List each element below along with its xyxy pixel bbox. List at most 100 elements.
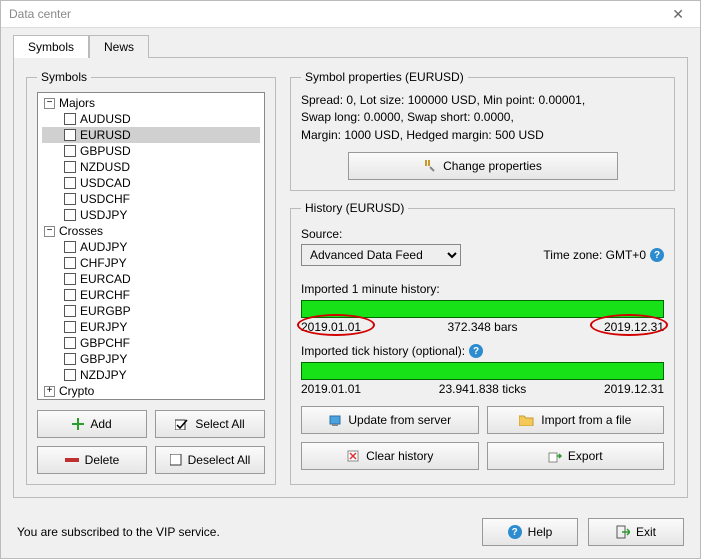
symbols-group: Symbols −MajorsAUDUSDEURUSDGBPUSDNZDUSDU…	[26, 70, 276, 485]
minute-bar-wrap: 2019.01.01 372.348 bars 2019.12.31	[301, 300, 664, 334]
window-title: Data center	[9, 7, 71, 21]
import-label: Import from a file	[541, 413, 631, 427]
checkbox-icon[interactable]	[64, 129, 76, 141]
tree-item[interactable]: EURGBP	[42, 303, 260, 319]
help-button[interactable]: ? Help	[482, 518, 578, 546]
timezone-label: Time zone: GMT+0	[543, 248, 646, 262]
import-from-file-button[interactable]: Import from a file	[487, 406, 665, 434]
tree-item-label: USDJPY	[80, 207, 127, 223]
checkbox-icon[interactable]	[64, 257, 76, 269]
help-label: Help	[528, 525, 553, 539]
tree-group[interactable]: +Crypto	[42, 383, 260, 399]
tree-item[interactable]: USDCHF	[42, 191, 260, 207]
history-legend: History (EURUSD)	[301, 201, 408, 215]
select-all-button[interactable]: Select All	[155, 410, 265, 438]
tree-group[interactable]: −Crosses	[42, 223, 260, 239]
tree-group[interactable]: −Majors	[42, 95, 260, 111]
tick-history-label: Imported tick history (optional):	[301, 344, 465, 358]
checkbox-icon[interactable]	[64, 369, 76, 381]
tree-item[interactable]: AUDJPY	[42, 239, 260, 255]
tree-item[interactable]: NZDJPY	[42, 367, 260, 383]
minute-start-date: 2019.01.01	[301, 320, 361, 334]
tick-count: 23.941.838 ticks	[439, 382, 526, 396]
tree-item-label: EURGBP	[80, 303, 131, 319]
tree-item-label: NZDJPY	[80, 367, 127, 383]
tree-item[interactable]: EURCAD	[42, 271, 260, 287]
properties-text: Spread: 0, Lot size: 100000 USD, Min poi…	[301, 92, 664, 144]
tree-item[interactable]: USDJPY	[42, 207, 260, 223]
help-icon[interactable]: ?	[469, 344, 483, 358]
tree-item-label: USDCHF	[80, 191, 130, 207]
history-group: History (EURUSD) Source: Advanced Data F…	[290, 201, 675, 485]
tree-item[interactable]: EURCHF	[42, 287, 260, 303]
tree-item[interactable]: EURUSD	[42, 127, 260, 143]
deselect-all-button[interactable]: Deselect All	[155, 446, 265, 474]
exit-button[interactable]: Exit	[588, 518, 684, 546]
tab-symbols[interactable]: Symbols	[13, 35, 89, 58]
change-properties-label: Change properties	[443, 159, 542, 173]
symbols-tree[interactable]: −MajorsAUDUSDEURUSDGBPUSDNZDUSDUSDCADUSD…	[37, 92, 265, 400]
properties-group: Symbol properties (EURUSD) Spread: 0, Lo…	[290, 70, 675, 191]
checkbox-icon[interactable]	[64, 113, 76, 125]
checkbox-icon[interactable]	[64, 289, 76, 301]
export-button[interactable]: Export	[487, 442, 665, 470]
add-button[interactable]: Add	[37, 410, 147, 438]
titlebar: Data center ✕	[1, 1, 700, 28]
update-label: Update from server	[348, 413, 451, 427]
checkbox-icon[interactable]	[64, 353, 76, 365]
checkbox-icon[interactable]	[64, 273, 76, 285]
tree-item-label: EURCAD	[80, 271, 131, 287]
tree-item[interactable]: EURJPY	[42, 319, 260, 335]
props-line2: Swap long: 0.0000, Swap short: 0.0000,	[301, 109, 664, 126]
tab-news[interactable]: News	[89, 35, 149, 58]
checkbox-icon[interactable]	[64, 177, 76, 189]
close-icon[interactable]: ✕	[664, 4, 692, 25]
tree-item-label: GBPUSD	[80, 143, 131, 159]
change-properties-button[interactable]: Change properties	[348, 152, 618, 180]
tree-item[interactable]: CHFJPY	[42, 255, 260, 271]
subscription-status: You are subscribed to the VIP service.	[17, 525, 220, 539]
help-icon: ?	[508, 525, 522, 539]
checkbox-icon[interactable]	[64, 305, 76, 317]
symbol-buttons: Add Select All Delete	[37, 410, 265, 474]
tree-item[interactable]: NZDUSD	[42, 159, 260, 175]
checkbox-icon[interactable]	[64, 161, 76, 173]
delete-label: Delete	[85, 453, 120, 467]
minus-icon	[65, 457, 79, 463]
tick-bar-wrap: 2019.01.01 23.941.838 ticks 2019.12.31	[301, 362, 664, 396]
checkbox-icon[interactable]	[64, 209, 76, 221]
select-all-label: Select All	[195, 417, 244, 431]
update-from-server-button[interactable]: Update from server	[301, 406, 479, 434]
collapse-icon[interactable]: −	[44, 98, 55, 109]
tree-item[interactable]: GBPJPY	[42, 351, 260, 367]
tick-end-date: 2019.12.31	[604, 382, 664, 396]
tab-panel: Symbols −MajorsAUDUSDEURUSDGBPUSDNZDUSDU…	[13, 57, 688, 498]
export-label: Export	[568, 449, 603, 463]
add-label: Add	[90, 417, 111, 431]
exit-label: Exit	[636, 525, 656, 539]
checkbox-empty-icon	[170, 454, 182, 466]
tree-item-label: EURJPY	[80, 319, 127, 335]
checkbox-icon[interactable]	[64, 241, 76, 253]
clear-history-button[interactable]: Clear history	[301, 442, 479, 470]
tree-item[interactable]: GBPUSD	[42, 143, 260, 159]
delete-button[interactable]: Delete	[37, 446, 147, 474]
tree-item[interactable]: AUDUSD	[42, 111, 260, 127]
tree-item-label: EURUSD	[80, 127, 131, 143]
tree-item[interactable]: GBPCHF	[42, 335, 260, 351]
tree-item[interactable]: USDCAD	[42, 175, 260, 191]
symbols-legend: Symbols	[37, 70, 91, 84]
tree-item-label: AUDJPY	[80, 239, 127, 255]
collapse-icon[interactable]: −	[44, 226, 55, 237]
props-line1: Spread: 0, Lot size: 100000 USD, Min poi…	[301, 92, 664, 109]
checkbox-icon[interactable]	[64, 321, 76, 333]
expand-icon[interactable]: +	[44, 386, 55, 397]
tree-item-label: GBPCHF	[80, 335, 130, 351]
checkbox-icon[interactable]	[64, 337, 76, 349]
checkbox-icon[interactable]	[64, 145, 76, 157]
plus-icon	[72, 418, 84, 430]
source-select[interactable]: Advanced Data Feed	[301, 244, 461, 266]
help-icon[interactable]: ?	[650, 248, 664, 262]
exit-icon	[616, 525, 630, 539]
checkbox-icon[interactable]	[64, 193, 76, 205]
